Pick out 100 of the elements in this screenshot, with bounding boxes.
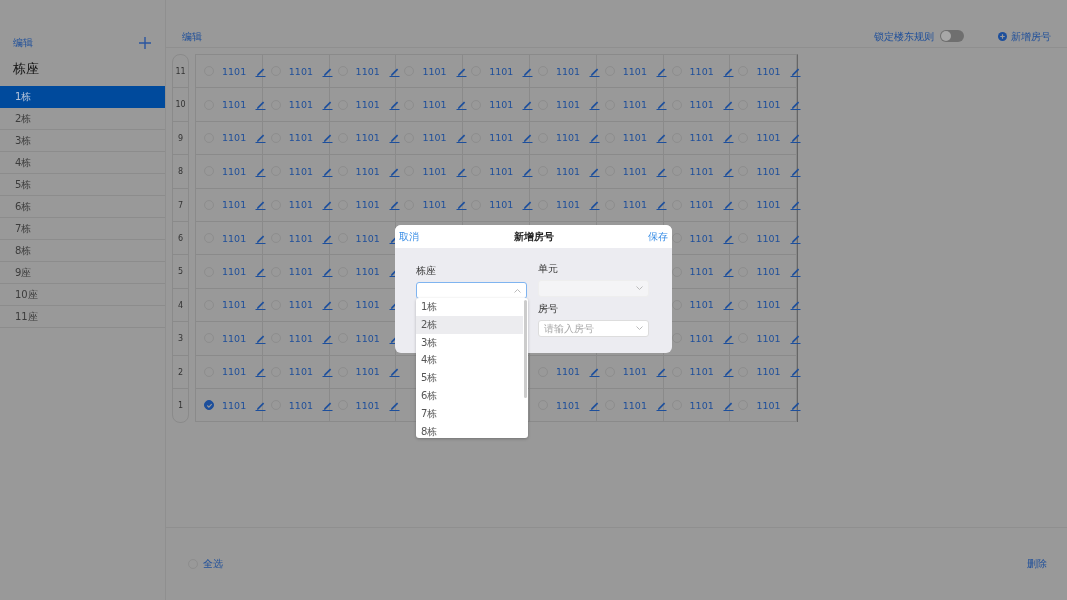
select-field[interactable]: 请输入房号 (538, 320, 649, 337)
room-number: 1101 (756, 399, 781, 411)
room-number: 1101 (689, 65, 714, 77)
room-number: 1101 (756, 65, 781, 77)
chevron-icon (636, 326, 643, 331)
dropdown-option[interactable]: 4栋 (416, 351, 523, 370)
room-number: 1101 (222, 65, 247, 77)
room-number: 1101 (689, 299, 714, 311)
room-radio[interactable] (204, 400, 214, 411)
select-all-label[interactable]: 全选 (203, 557, 223, 571)
room-number: 1101 (756, 366, 781, 378)
room-number: 1101 (622, 366, 647, 378)
lock-rule-label: 锁定楼东规则 (874, 30, 934, 44)
room-number: 1101 (288, 366, 313, 378)
floor-label: 11 (173, 55, 188, 89)
add-icon[interactable] (139, 37, 151, 49)
room-number: 1101 (222, 299, 247, 311)
room-number: 1101 (288, 299, 313, 311)
room-number: 1101 (756, 199, 781, 211)
room-number: 1101 (556, 99, 581, 111)
edit-link[interactable]: 编辑 (182, 30, 202, 44)
field-label: 栋座 (416, 264, 437, 278)
room-number: 1101 (756, 165, 781, 177)
save-link[interactable]: 保存 (648, 229, 668, 244)
room-number: 1101 (288, 65, 313, 77)
room-number: 1101 (689, 399, 714, 411)
dropdown-option[interactable]: 7栋 (416, 404, 523, 423)
room-number: 1101 (622, 65, 647, 77)
room-number: 1101 (222, 399, 247, 411)
building-item[interactable]: 9座 (0, 262, 165, 284)
building-item[interactable]: 5栋 (0, 174, 165, 196)
room-number: 1101 (489, 132, 514, 144)
building-item[interactable]: 10座 (0, 284, 165, 306)
room-number: 1101 (756, 299, 781, 311)
room-number: 1101 (556, 132, 581, 144)
room-number: 1101 (689, 366, 714, 378)
dropdown-option[interactable]: 6栋 (416, 387, 523, 405)
room-number: 1101 (355, 299, 380, 311)
room-number: 1101 (222, 366, 247, 378)
building-item[interactable]: 11座 (0, 306, 165, 328)
sidebar-title: 栋座 (12, 60, 40, 78)
room-number: 1101 (288, 399, 313, 411)
room-number: 1101 (222, 132, 247, 144)
building-item[interactable]: 7栋 (0, 218, 165, 240)
room-number: 1101 (288, 99, 313, 111)
dropdown-option[interactable]: 8栋 (416, 422, 523, 438)
room-number: 1101 (355, 199, 380, 211)
building-item[interactable]: 2栋 (0, 108, 165, 130)
building-item[interactable]: 4栋 (0, 152, 165, 174)
room-number: 1101 (355, 165, 380, 177)
room-number: 1101 (422, 65, 447, 77)
room-number: 1101 (689, 132, 714, 144)
room-number: 1101 (222, 232, 247, 244)
floor-label: 6 (173, 221, 188, 256)
room-number: 1101 (622, 165, 647, 177)
cancel-link[interactable]: 取消 (399, 229, 419, 244)
building-item[interactable]: 3栋 (0, 130, 165, 152)
floor-label: 2 (173, 355, 188, 389)
plus-circle-icon (998, 32, 1007, 41)
room-number: 1101 (689, 332, 714, 344)
dropdown-option[interactable]: 2栋 (416, 315, 523, 334)
field-label: 单元 (538, 262, 559, 276)
room-number: 1101 (288, 199, 313, 211)
room-number: 1101 (422, 165, 447, 177)
room-number: 1101 (355, 332, 380, 344)
room-number: 1101 (355, 132, 380, 144)
room-number: 1101 (556, 399, 581, 411)
floor-label: 4 (173, 288, 188, 323)
room-number: 1101 (355, 266, 380, 278)
building-item[interactable]: 6栋 (0, 196, 165, 218)
floor-label: 8 (173, 155, 188, 189)
floor-label: 9 (173, 121, 188, 156)
room-number: 1101 (556, 366, 581, 378)
dropdown-option[interactable]: 1栋 (416, 298, 523, 316)
add-room-link[interactable]: 新增房号 (1011, 30, 1051, 44)
delete-link[interactable]: 删除 (1027, 557, 1047, 571)
room-number: 1101 (622, 199, 647, 211)
chevron-icon (514, 288, 521, 293)
floor-label: 5 (173, 255, 188, 289)
dialog-title: 新增房号 (513, 229, 554, 244)
room-number: 1101 (489, 165, 514, 177)
room-number: 1101 (756, 266, 781, 278)
floor-label: 10 (173, 88, 188, 122)
room-number: 1101 (756, 332, 781, 344)
room-number: 1101 (622, 399, 647, 411)
room-number: 1101 (355, 99, 380, 111)
room-number: 1101 (222, 199, 247, 211)
room-number: 1101 (556, 199, 581, 211)
dropdown-option[interactable]: 5栋 (416, 369, 523, 387)
lock-rule-toggle[interactable] (940, 30, 964, 42)
room-number: 1101 (689, 165, 714, 177)
dropdown-option[interactable]: 3栋 (416, 333, 523, 352)
room-number: 1101 (556, 165, 581, 177)
building-item[interactable]: 1栋 (0, 86, 165, 108)
chevron-icon (636, 286, 643, 291)
edit-link[interactable]: 编辑 (13, 36, 33, 50)
scrollbar[interactable] (524, 300, 527, 398)
room-number: 1101 (288, 266, 313, 278)
building-item[interactable]: 8栋 (0, 240, 165, 262)
floor-label: 3 (173, 322, 188, 356)
